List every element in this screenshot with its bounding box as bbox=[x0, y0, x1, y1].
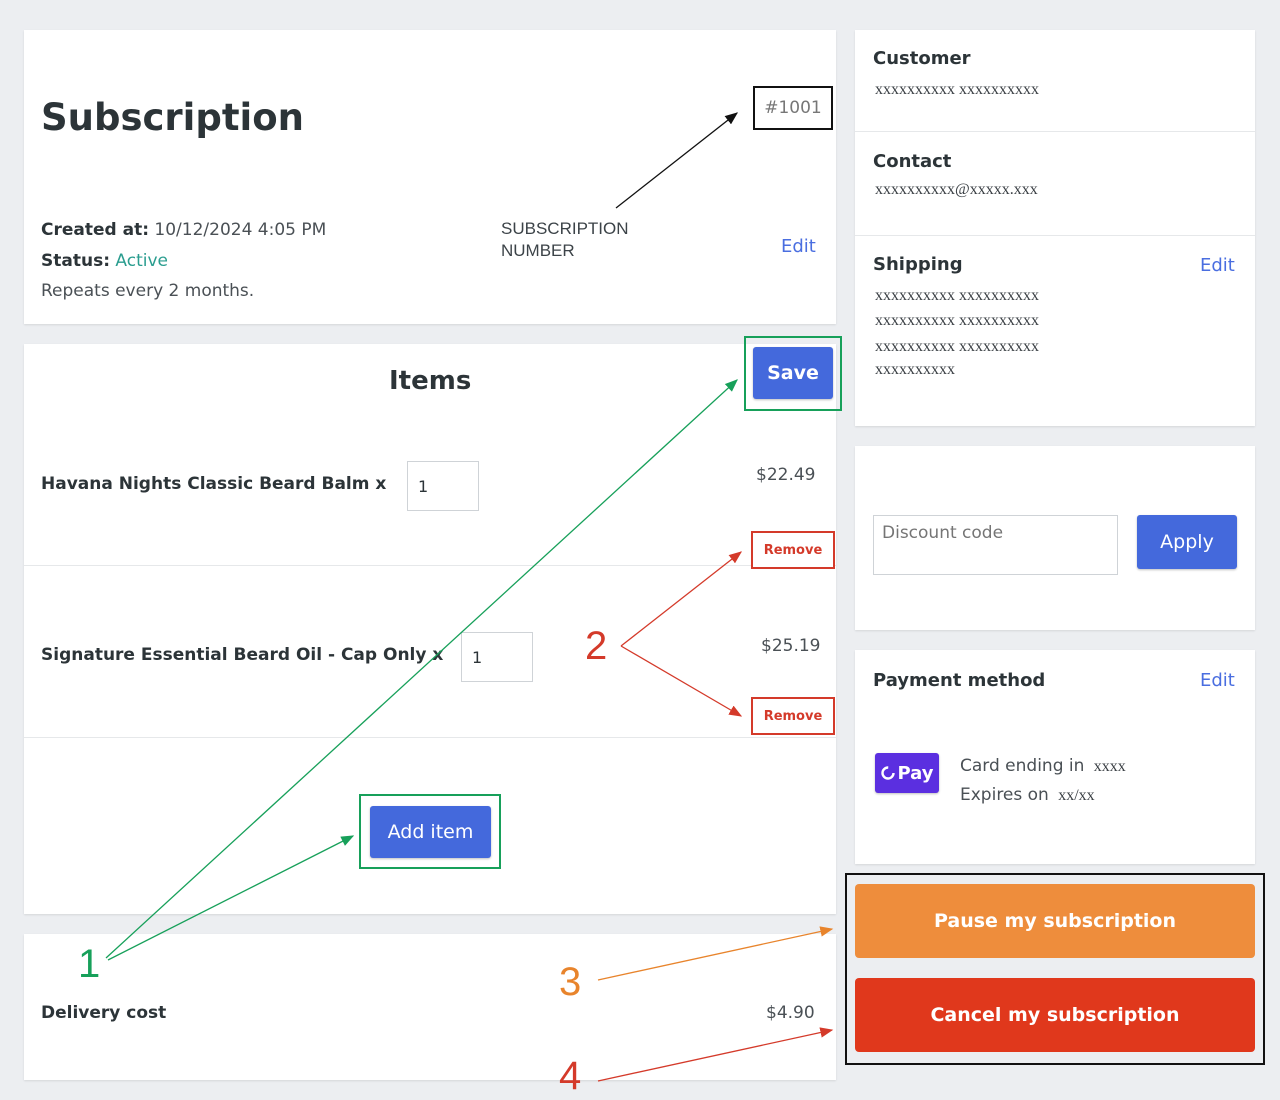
cancel-subscription-button[interactable]: Cancel my subscription bbox=[855, 978, 1255, 1052]
remove-item-button[interactable]: Remove bbox=[751, 697, 835, 735]
delivery-label: Delivery cost bbox=[41, 1003, 167, 1023]
page-title: Subscription bbox=[41, 96, 304, 139]
opay-logo-text: Pay bbox=[897, 762, 934, 784]
edit-payment-link[interactable]: Edit bbox=[1200, 670, 1235, 691]
annotation-number-3: 3 bbox=[559, 960, 582, 1004]
opay-mark-icon bbox=[881, 766, 896, 780]
contact-label: Contact bbox=[873, 151, 952, 172]
shipping-address-line: xxxxxxxxxx xxxxxxxxxx bbox=[875, 287, 1039, 304]
section-divider bbox=[855, 131, 1255, 132]
customer-label: Customer bbox=[873, 48, 971, 69]
contact-value: xxxxxxxxxx@xxxxx.xxx bbox=[875, 181, 1038, 198]
edit-shipping-link[interactable]: Edit bbox=[1200, 255, 1235, 276]
card-ending-label: Card ending in bbox=[960, 756, 1085, 776]
discount-code-input[interactable] bbox=[873, 515, 1118, 575]
save-button[interactable]: Save bbox=[753, 347, 833, 399]
shipping-address-line: xxxxxxxxxx xxxxxxxxxx bbox=[875, 338, 1039, 355]
created-at: Created at: 10/12/2024 4:05 PM bbox=[41, 220, 326, 240]
remove-item-button[interactable]: Remove bbox=[751, 531, 835, 569]
section-divider bbox=[855, 235, 1255, 236]
annotation-line-2: NUMBER bbox=[501, 241, 575, 260]
customer-value: xxxxxxxxxx xxxxxxxxxx bbox=[875, 81, 1039, 98]
status: Status: Active bbox=[41, 251, 168, 271]
items-title: Items bbox=[389, 366, 472, 396]
item-price: $25.19 bbox=[761, 636, 821, 656]
subscription-card: Subscription #1001 Created at: 10/12/202… bbox=[24, 30, 836, 324]
delivery-value: $4.90 bbox=[766, 1003, 815, 1023]
repeat-interval: Repeats every 2 months. bbox=[41, 281, 255, 301]
subscription-number-annotation: SUBSCRIPTION NUMBER bbox=[501, 218, 629, 262]
payment-card: Payment method Edit Pay Card ending in x… bbox=[855, 650, 1255, 864]
pause-subscription-button[interactable]: Pause my subscription bbox=[855, 884, 1255, 958]
card-expiry: Expires on xx/xx bbox=[960, 785, 1095, 805]
item-quantity-input[interactable] bbox=[407, 461, 479, 511]
created-label: Created at: bbox=[41, 220, 150, 240]
edit-subscription-link[interactable]: Edit bbox=[781, 236, 816, 257]
shipping-address-line: xxxxxxxxxx bbox=[875, 361, 955, 378]
card-ending: Card ending in xxxx bbox=[960, 756, 1126, 776]
apply-discount-button[interactable]: Apply bbox=[1137, 515, 1237, 569]
status-value: Active bbox=[115, 251, 168, 271]
opay-logo: Pay bbox=[875, 753, 939, 793]
payment-label: Payment method bbox=[873, 670, 1046, 691]
delivery-card: Delivery cost $4.90 bbox=[24, 934, 836, 1080]
item-name: Signature Essential Beard Oil - Cap Only… bbox=[41, 645, 444, 665]
annotation-line-1: SUBSCRIPTION bbox=[501, 219, 629, 238]
annotation-number-2: 2 bbox=[585, 624, 608, 668]
annotation-number-1: 1 bbox=[78, 942, 101, 986]
item-divider bbox=[24, 565, 836, 566]
item-name: Havana Nights Classic Beard Balm x bbox=[41, 474, 387, 494]
status-label: Status: bbox=[41, 251, 110, 271]
item-divider bbox=[24, 737, 836, 738]
annotation-number-4: 4 bbox=[559, 1054, 582, 1098]
discount-card: Apply bbox=[855, 446, 1255, 630]
expires-label: Expires on bbox=[960, 785, 1049, 805]
shipping-label: Shipping bbox=[873, 254, 963, 275]
item-quantity-input[interactable] bbox=[461, 632, 533, 682]
card-ending-value: xxxx bbox=[1093, 758, 1126, 775]
shipping-address-line: xxxxxxxxxx xxxxxxxxxx bbox=[875, 312, 1039, 329]
expires-value: xx/xx bbox=[1058, 787, 1095, 804]
subscription-number: #1001 bbox=[753, 86, 833, 130]
created-value: 10/12/2024 4:05 PM bbox=[154, 220, 327, 240]
add-item-button[interactable]: Add item bbox=[370, 806, 491, 858]
item-price: $22.49 bbox=[756, 465, 816, 485]
customer-info-card: Customer xxxxxxxxxx xxxxxxxxxx Contact x… bbox=[855, 30, 1255, 426]
